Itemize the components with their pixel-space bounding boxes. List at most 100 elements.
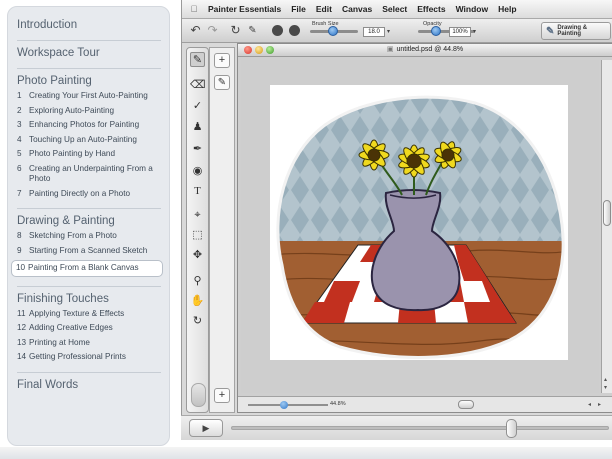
magnifier-tool-icon[interactable]: ⚲ <box>190 274 205 289</box>
section-divider <box>17 208 161 209</box>
lesson-item[interactable]: 13 Printing at Home <box>17 338 161 349</box>
vertical-scroll-thumb[interactable] <box>603 200 611 226</box>
add-brush-icon[interactable]: + <box>214 53 230 68</box>
dab-type-icon[interactable] <box>289 25 300 36</box>
lesson-title: Photo Painting by Hand <box>29 149 116 158</box>
lesson-number: 3 <box>17 120 22 129</box>
menu-app-name[interactable]: Painter Essentials <box>208 4 281 14</box>
brush-size-field[interactable]: 18.0 <box>363 27 385 37</box>
lesson-item[interactable]: 6 Creating an Underpainting From a Photo <box>17 164 161 185</box>
lesson-title: Touching Up an Auto-Painting <box>29 134 137 144</box>
vertical-scrollbar[interactable]: ▴ ▾ <box>601 60 612 393</box>
opacity-field[interactable]: 100% <box>449 27 471 37</box>
transform-tool-icon[interactable]: ✥ <box>190 248 205 263</box>
menu-edit[interactable]: Edit <box>316 4 332 14</box>
lesson-item[interactable]: 8 Sketching From a Photo <box>17 231 161 242</box>
bottom-bar <box>0 447 612 459</box>
playback-scrubber[interactable] <box>505 419 517 438</box>
brush-variant-icon[interactable]: ✎ <box>214 75 230 90</box>
fill-tool-icon[interactable]: ◉ <box>190 164 205 179</box>
crop-tool-icon[interactable]: ⌖ <box>190 208 205 223</box>
lesson-title: Painting Directly on a Photo <box>29 188 131 198</box>
section-title[interactable]: Drawing & Painting <box>17 215 161 227</box>
scroll-right-icon[interactable]: ▸ <box>598 401 601 408</box>
lesson-item[interactable]: 5 Photo Painting by Hand <box>17 149 161 160</box>
menu-effects[interactable]: Effects <box>417 4 445 14</box>
lesson-item[interactable]: 3 Enhancing Photos for Painting <box>17 120 161 131</box>
menu-window[interactable]: Window <box>456 4 489 14</box>
lesson-item[interactable]: 9 Starting From a Scanned Sketch <box>17 246 161 257</box>
dropper-tool-icon[interactable]: ✓ <box>190 99 205 114</box>
menu-canvas[interactable]: Canvas <box>342 4 372 14</box>
lesson-number: 11 <box>17 308 26 318</box>
menu-help[interactable]: Help <box>498 4 516 14</box>
lesson-sidebar: Introduction Workspace Tour Photo Painting… <box>7 6 170 446</box>
painting[interactable] <box>270 85 568 360</box>
workspace-button[interactable]: ✎ Drawing & Painting <box>541 22 611 40</box>
scroll-up-icon[interactable]: ▴ <box>604 376 607 383</box>
lesson-number: 14 <box>17 352 27 361</box>
lesson-title: Creating an Underpainting From a Photo <box>29 163 153 184</box>
apple-icon[interactable]:  <box>186 4 202 14</box>
lesson-title: Exploring Auto-Painting <box>29 105 115 115</box>
redo-icon[interactable]: ↷ <box>205 23 220 38</box>
brush-size-knob[interactable] <box>328 26 338 36</box>
section-divider <box>17 371 161 373</box>
lesson-item[interactable]: 1 Creating Your First Auto-Painting <box>17 91 161 102</box>
lesson-number: 1 <box>17 91 22 100</box>
pen-tool-icon[interactable]: ✒ <box>190 142 205 157</box>
lesson-title: Applying Texture & Effects <box>29 308 125 318</box>
section-title[interactable]: Photo Painting <box>17 75 161 87</box>
grabber-tool-icon[interactable]: ✋ <box>190 294 205 309</box>
lesson-item[interactable]: 12 Adding Creative Edges <box>17 323 161 334</box>
menu-select[interactable]: Select <box>382 4 407 14</box>
brush-size-stepper-icon[interactable]: ▾ <box>387 28 390 35</box>
zoom-knob[interactable] <box>280 401 288 409</box>
stamp-tool-icon[interactable]: ♟ <box>190 120 205 135</box>
add-variant-icon[interactable]: + <box>214 388 230 403</box>
playback-track[interactable] <box>231 426 609 430</box>
document-file-icon: ▣ <box>386 46 394 53</box>
menu-file[interactable]: File <box>291 4 306 14</box>
brush-tool-icon[interactable]: ✎ <box>190 52 205 67</box>
lesson-item[interactable]: 11 Applying Texture & Effects <box>17 309 161 320</box>
canvas-area[interactable] <box>241 60 599 393</box>
toolbox: ✎ ⌫ ✓ ♟ ✒ ◉ T ⌖ ⬚ ✥ ⚲ ✋ ↻ <box>186 47 209 413</box>
lesson-number: 10 <box>16 263 26 272</box>
scroll-left-icon[interactable]: ◂ <box>588 401 591 408</box>
section-title[interactable]: Final Words <box>17 379 161 391</box>
lesson-title: Printing at Home <box>29 337 90 347</box>
section-title[interactable]: Introduction <box>17 19 161 31</box>
brush-shape-icon[interactable] <box>272 25 283 36</box>
horizontal-scrollbar[interactable]: 44.8% ◂ ▸ <box>238 396 612 412</box>
lesson-number: 4 <box>17 134 22 144</box>
selection-tool-icon[interactable]: ⬚ <box>190 228 205 243</box>
brush-panel: + ✎ + <box>209 47 235 413</box>
opacity-stepper-icon[interactable]: ▾ <box>473 28 476 35</box>
lesson-item-active[interactable]: 10 Painting From a Blank Canvas <box>11 260 163 277</box>
undo-icon[interactable]: ↶ <box>188 23 203 38</box>
section-title[interactable]: Finishing Touches <box>17 293 161 305</box>
eraser-tool-icon[interactable]: ⌫ <box>190 78 206 93</box>
lesson-number: 12 <box>17 323 27 332</box>
opacity-knob[interactable] <box>431 26 441 36</box>
reset-brush-icon[interactable]: ↻ <box>228 23 243 38</box>
horizontal-scroll-thumb[interactable] <box>458 400 474 409</box>
brush-options-icon[interactable]: ✎ <box>245 23 260 38</box>
lesson-number: 9 <box>17 245 22 255</box>
color-swatch[interactable] <box>191 383 206 407</box>
lesson-item[interactable]: 14 Getting Professional Prints <box>17 352 161 363</box>
lesson-title: Adding Creative Edges <box>29 323 113 332</box>
lesson-number: 5 <box>17 149 22 158</box>
lesson-item[interactable]: 7 Painting Directly on a Photo <box>17 189 161 200</box>
play-button[interactable]: ▶ <box>189 419 223 437</box>
lesson-item[interactable]: 4 Touching Up an Auto-Painting <box>17 135 161 146</box>
lesson-item[interactable]: 2 Exploring Auto-Painting <box>17 106 161 117</box>
section-title[interactable]: Workspace Tour <box>17 47 161 59</box>
text-tool-icon[interactable]: T <box>190 184 205 199</box>
lesson-number: 7 <box>17 188 22 198</box>
zoom-slider[interactable] <box>248 404 328 406</box>
scroll-down-icon[interactable]: ▾ <box>604 384 607 391</box>
rotate-page-icon[interactable]: ↻ <box>190 314 205 329</box>
document-titlebar: ▣ untitled.psd @ 44.8% <box>238 44 612 57</box>
